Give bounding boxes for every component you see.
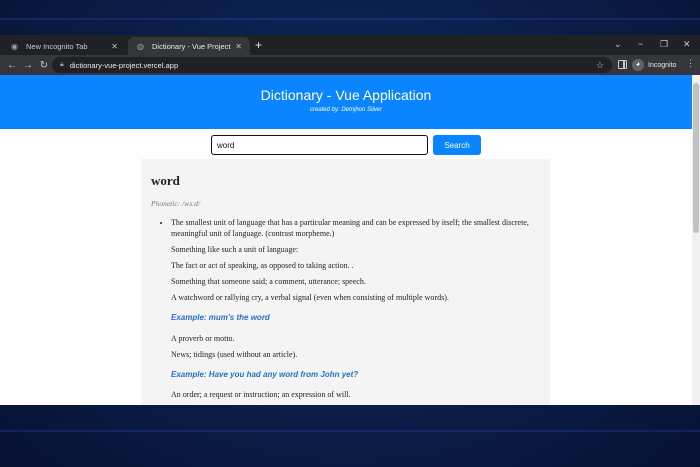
definition-text: The smallest unit of language that has a…: [171, 218, 529, 238]
tab-title: New Incognito Tab: [26, 41, 88, 51]
profile-label: Incognito: [648, 61, 677, 69]
tab-title: Dictionary - Vue Project: [152, 41, 231, 51]
example-text: Example: Have you had any word from John…: [171, 369, 359, 379]
search-bar: Search: [0, 133, 692, 157]
page-viewport: Dictionary - Vue Application created by:…: [0, 75, 692, 405]
incognito-icon: ◉: [11, 41, 18, 51]
result-card: word Phonetic: /wɜːd/ The smallest unit …: [141, 159, 550, 405]
background-stripe: [0, 430, 700, 432]
search-button[interactable]: Search: [433, 135, 481, 155]
browser-toolbar: ← → ↻ 🔒︎ dictionary-vue-project.vercel.a…: [0, 55, 700, 75]
bookmark-star-icon[interactable]: ☆: [596, 60, 604, 71]
new-tab-button[interactable]: +: [255, 38, 262, 52]
definition-item: The smallest unit of language that has a…: [171, 218, 540, 400]
search-input[interactable]: [211, 135, 428, 155]
definition-text: A watchword or rallying cry, a verbal si…: [171, 293, 449, 302]
definition-text: Something like such a unit of language:: [171, 245, 299, 254]
scrollbar-thumb[interactable]: [693, 83, 699, 233]
definition-text: Something that someone said; a comment, …: [171, 277, 366, 286]
browser-window: ◉ New Incognito Tab ✕ ◍ Dictionary - Vue…: [0, 35, 700, 405]
chevron-down-icon[interactable]: ⌄: [614, 38, 622, 50]
page-scrollbar[interactable]: [692, 75, 700, 405]
side-panel-icon[interactable]: [618, 60, 627, 69]
result-word: word: [151, 173, 180, 188]
back-icon[interactable]: ←: [4, 60, 20, 71]
kebab-menu-icon[interactable]: ⋮: [686, 58, 695, 69]
globe-icon: ◍: [137, 41, 144, 51]
app-header: Dictionary - Vue Application created by:…: [0, 75, 692, 129]
close-icon[interactable]: ✕: [111, 42, 118, 51]
definition-text: News; tidings (used without an article).: [171, 349, 298, 359]
lock-icon[interactable]: 🔒︎: [60, 61, 64, 69]
credit-text: created by: Demjhon Silver: [309, 107, 383, 113]
close-window-icon[interactable]: ✕: [683, 38, 691, 50]
restore-icon[interactable]: ❐: [660, 38, 668, 50]
definition-list: The smallest unit of language that has a…: [151, 218, 540, 400]
forward-icon[interactable]: →: [20, 60, 36, 71]
example-text: Example: mum's the word: [171, 313, 270, 322]
url-text: dictionary-vue-project.vercel.app: [69, 60, 179, 70]
definition-text: A proverb or motto.: [171, 333, 235, 343]
close-icon[interactable]: ✕: [235, 42, 242, 51]
background-stripe: [0, 18, 700, 20]
incognito-profile[interactable]: ◕ Incognito: [632, 57, 676, 73]
page-title: Dictionary - Vue Application: [260, 87, 432, 103]
incognito-avatar-icon: ◕: [632, 59, 644, 71]
phonetic-text: Phonetic: /wɜːd/: [151, 199, 200, 208]
definition-text: An order; a request or instruction; an e…: [171, 390, 351, 399]
definition-text: The fact or act of speaking, as opposed …: [171, 261, 354, 270]
address-bar[interactable]: 🔒︎ dictionary-vue-project.vercel.app ☆: [52, 57, 612, 73]
reload-icon[interactable]: ↻: [36, 60, 52, 71]
tab-dictionary[interactable]: ◍ Dictionary - Vue Project ✕: [128, 37, 250, 55]
tab-strip: ◉ New Incognito Tab ✕ ◍ Dictionary - Vue…: [0, 35, 700, 55]
minimize-icon[interactable]: −: [638, 38, 643, 50]
tab-new-incognito[interactable]: ◉ New Incognito Tab ✕: [2, 37, 126, 55]
